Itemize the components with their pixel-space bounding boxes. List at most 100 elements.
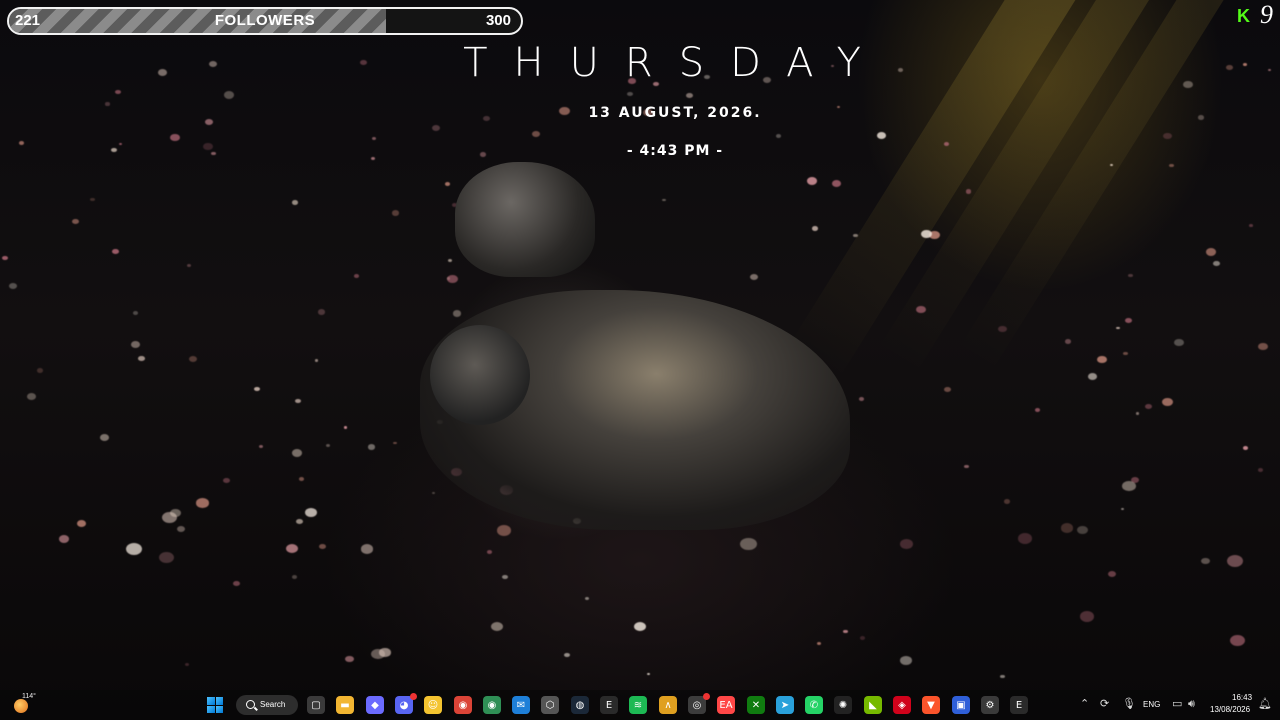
wallpaper-flower xyxy=(254,387,260,392)
wallpaper-flower xyxy=(920,229,932,238)
wallpaper-flower xyxy=(1080,611,1095,622)
emoji-app-icon[interactable]: ☺ xyxy=(424,696,442,714)
wallpaper-flower xyxy=(292,200,299,205)
wallpaper-flower xyxy=(1034,408,1041,413)
wallpaper-flower xyxy=(298,476,304,481)
wallpaper-flower xyxy=(138,356,145,362)
search-label: Search xyxy=(260,700,286,709)
wallpaper-flower xyxy=(114,89,121,95)
clock-widget-day: THURSDAY xyxy=(463,40,887,86)
wallpaper-flower xyxy=(943,386,952,393)
obs-icon[interactable]: ◎ xyxy=(688,693,710,714)
wallpaper-flower xyxy=(1000,674,1005,679)
wallpaper-flower xyxy=(223,91,235,99)
wallpaper-flower xyxy=(1108,570,1117,577)
wallpaper-flower xyxy=(59,535,69,543)
wallpaper-flower xyxy=(1125,317,1133,323)
volume-icon[interactable]: 🔊︎ xyxy=(1188,697,1195,711)
windows-icon[interactable] xyxy=(207,697,223,713)
wallpaper-flower xyxy=(1226,555,1243,568)
wallpaper-flower xyxy=(1161,397,1173,407)
wallpaper-flower xyxy=(314,359,319,363)
sync-icon[interactable]: ⟳ xyxy=(1100,697,1109,710)
wallpaper-flower xyxy=(859,397,864,401)
chevron-up-icon[interactable]: ⌃ xyxy=(1080,697,1089,710)
wallpaper-flower xyxy=(965,189,972,194)
wallpaper-flower xyxy=(105,102,110,106)
wallpaper-flower xyxy=(662,198,667,202)
wallpaper-flower xyxy=(584,596,590,601)
whatsapp-icon[interactable]: ✆ xyxy=(805,696,823,714)
language-indicator[interactable]: ENG xyxy=(1143,700,1160,709)
epic-games-icon[interactable]: E xyxy=(600,696,618,714)
arc-icon[interactable]: ∧ xyxy=(659,696,677,714)
notification-badge xyxy=(410,693,417,700)
wallpaper-flower xyxy=(370,156,375,160)
wallpaper-flower xyxy=(196,498,209,508)
wallpaper-flower xyxy=(1018,533,1033,544)
wallpaper-flower xyxy=(295,518,303,525)
weather-temperature: 114° xyxy=(22,693,36,700)
telegram-icon[interactable]: ➤ xyxy=(776,696,794,714)
chrome-icon[interactable]: ◉ xyxy=(454,696,472,714)
wallpaper-flower xyxy=(432,491,436,495)
wallpaper-flower xyxy=(205,118,213,125)
taskbar-search-button[interactable]: Search xyxy=(236,695,298,715)
wallpaper-flower xyxy=(119,142,123,146)
copilot-icon[interactable]: ◆ xyxy=(366,696,384,714)
wallpaper-flower xyxy=(304,507,317,517)
wallpaper-flower xyxy=(36,368,44,374)
wallpaper-flower xyxy=(211,152,216,156)
steam-icon[interactable]: ◍ xyxy=(571,696,589,714)
microphone-icon[interactable]: 🎙︎ xyxy=(1122,697,1136,710)
openai-icon[interactable]: ✺ xyxy=(834,696,852,714)
wallpaper-flower xyxy=(285,543,299,554)
notification-bell-icon[interactable]: 🔔︎ xyxy=(1258,697,1272,710)
xbox-icon[interactable]: ✕ xyxy=(747,696,765,714)
vm-app-icon[interactable]: ▣ xyxy=(952,696,970,714)
weather-widget[interactable]: 114° xyxy=(14,693,36,715)
file-explorer-icon[interactable]: ▬ xyxy=(336,696,354,714)
kick-viewer-count: 9 xyxy=(1260,0,1273,29)
wallpaper-flower xyxy=(184,662,190,667)
wallpaper-flower xyxy=(1226,64,1233,70)
wallpaper-flower xyxy=(2,255,8,260)
wallpaper-flower xyxy=(368,444,376,450)
wallpaper-knight-helmet xyxy=(455,162,595,277)
wallpaper-flower xyxy=(447,258,453,263)
wallpaper-flower xyxy=(110,147,117,153)
wallpaper-flower xyxy=(843,629,848,634)
wallpaper-flower xyxy=(915,305,926,314)
wallpaper-flower xyxy=(444,181,451,186)
wallpaper-flower xyxy=(354,273,360,278)
wallpaper-flower xyxy=(170,508,182,518)
spotify-icon[interactable]: ≋ xyxy=(629,696,647,714)
wallpaper-flower xyxy=(291,574,298,579)
mail-icon[interactable]: ✉ xyxy=(512,696,530,714)
wallpaper-flower xyxy=(1122,481,1136,492)
amd-adrenalin-icon[interactable]: ◈ xyxy=(893,696,911,714)
discord-icon[interactable]: ◕ xyxy=(395,693,417,714)
wallpaper-flower xyxy=(370,649,385,660)
unity-icon[interactable]: ⬡ xyxy=(541,696,559,714)
wallpaper-flower xyxy=(1077,525,1089,534)
brave-icon[interactable]: ▼ xyxy=(922,696,940,714)
wallpaper-flower xyxy=(99,433,110,442)
wallpaper-flower xyxy=(1242,446,1248,450)
ea-app-icon[interactable]: EA xyxy=(717,696,735,714)
network-icon[interactable]: ▭ xyxy=(1172,697,1182,710)
wallpaper-flower xyxy=(1060,523,1074,533)
settings-icon[interactable]: ⚙ xyxy=(981,696,999,714)
wallpaper-flower xyxy=(532,131,540,137)
wallpaper-flower xyxy=(963,464,969,469)
tray-clock-time[interactable]: 16:43 xyxy=(1232,693,1252,702)
task-view-icon[interactable]: ▢ xyxy=(307,696,325,714)
wallpaper-flower xyxy=(209,60,217,67)
epic-launcher-icon[interactable]: E xyxy=(1010,696,1028,714)
nvidia-icon[interactable]: ◣ xyxy=(864,696,882,714)
tray-clock-date[interactable]: 13/08/2026 xyxy=(1210,705,1250,714)
chrome-dev-icon[interactable]: ◉ xyxy=(483,696,501,714)
clock-widget-date: 13 AUGUST, 2026. xyxy=(588,105,762,121)
wallpaper-flower xyxy=(203,142,213,150)
taskbar: 114° Search ▢ ▬ ◆ ◕ ☺ ◉ ◉ ✉ ⬡ ◍ E ≋ ∧ ◎ EA ✕ ➤ ✆ ✺ ◣ ◈ ▼ ▣ ⚙ E ⌃… xyxy=(0,690,1280,720)
